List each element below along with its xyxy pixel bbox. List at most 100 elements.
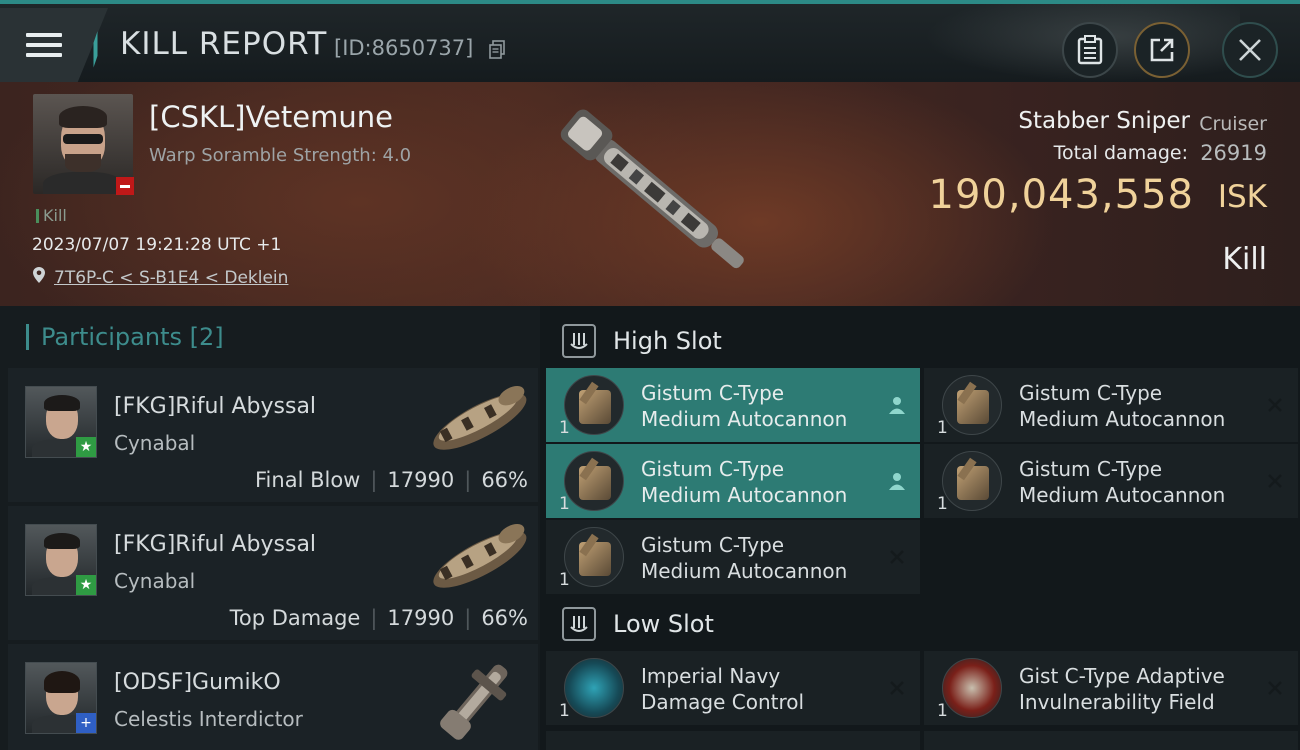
share-button[interactable] bbox=[1134, 22, 1190, 78]
fitting-panel: High Slot 1 Gistum C-Type Medium Autocan… bbox=[540, 306, 1300, 750]
total-damage-label: Total damage: bbox=[1053, 142, 1188, 164]
kill-tag: Kill bbox=[36, 206, 67, 225]
module-name: Gistum C-Type bbox=[1019, 457, 1163, 481]
participant-role: Top Damage bbox=[229, 606, 361, 630]
high-slot-icon bbox=[562, 324, 596, 358]
victim-ship-name[interactable]: Stabber Sniper bbox=[1018, 108, 1190, 134]
module-item[interactable]: 1 Gistum C-Type Medium Autocannon bbox=[546, 444, 920, 518]
participant-percent: 66% bbox=[481, 468, 528, 492]
module-name: Gist C-Type Adaptive bbox=[1019, 664, 1225, 688]
share-icon bbox=[1150, 38, 1174, 62]
clipboard-icon bbox=[1077, 35, 1103, 65]
location-link[interactable]: 7T6P-C < S-B1E4 < Deklein bbox=[54, 268, 288, 288]
module-item[interactable]: 1 Gistum C-Type Medium Autocannon bbox=[546, 368, 920, 442]
destroyed-x-icon bbox=[1262, 392, 1288, 418]
victim-subtitle: Warp Soramble Strength: 4.0 bbox=[149, 145, 412, 166]
module-item[interactable]: 1 Gist C-Type Adaptive Invulnerability F… bbox=[924, 651, 1298, 725]
low-slot-label: Low Slot bbox=[613, 610, 714, 638]
total-damage-value: 26919 bbox=[1200, 141, 1267, 165]
participant-name[interactable]: [ODSF]GumikO bbox=[114, 670, 281, 695]
participant-ship: Cynabal bbox=[114, 569, 196, 593]
low-slot-icon bbox=[562, 607, 596, 641]
module-name: Gistum C-Type bbox=[1019, 381, 1163, 405]
autocannon-icon bbox=[942, 375, 1002, 435]
kill-timestamp: 2023/07/07 19:21:28 UTC +1 bbox=[32, 235, 282, 255]
location-pin-icon bbox=[33, 267, 45, 283]
module-type: Medium Autocannon bbox=[1019, 483, 1226, 507]
standing-star-icon: ★ bbox=[76, 437, 96, 457]
participant-name[interactable]: [FKG]Riful Abyssal bbox=[114, 394, 316, 419]
isk-value: 190,043,558 bbox=[928, 172, 1194, 218]
destroyed-x-icon bbox=[884, 675, 910, 701]
module-name: Imperial Navy bbox=[641, 664, 781, 688]
participant-damage: 17990 bbox=[387, 606, 455, 630]
shield-hardener-icon bbox=[942, 658, 1002, 718]
module-type: Medium Autocannon bbox=[641, 407, 848, 431]
victim-ship-class: Cruiser bbox=[1199, 113, 1267, 135]
isk-unit: ISK bbox=[1217, 179, 1267, 215]
avatar[interactable]: + bbox=[25, 662, 97, 734]
person-icon[interactable] bbox=[884, 468, 910, 494]
participant-percent: 66% bbox=[481, 606, 528, 630]
participants-panel: Participants [2] ★ [FKG]Riful Abyssal Cy… bbox=[0, 306, 540, 750]
autocannon-icon bbox=[942, 451, 1002, 511]
copy-icon[interactable] bbox=[489, 40, 506, 59]
high-slot-header: High Slot bbox=[540, 310, 1300, 372]
module-name: Gistum C-Type bbox=[641, 457, 785, 481]
destroyed-x-icon bbox=[1262, 675, 1288, 701]
module-quantity: 1 bbox=[937, 701, 948, 721]
module-name: Gistum C-Type bbox=[641, 381, 785, 405]
module-quantity: 1 bbox=[559, 701, 570, 721]
avatar[interactable]: ★ bbox=[25, 386, 97, 458]
avatar[interactable]: ★ bbox=[25, 524, 97, 596]
module-item[interactable]: 1 Gistum C-Type Medium Autocannon bbox=[924, 368, 1298, 442]
participants-heading-label: Participants [2] bbox=[41, 323, 224, 351]
module-quantity: 1 bbox=[559, 494, 570, 514]
standing-star-icon: ★ bbox=[76, 575, 96, 595]
close-button[interactable] bbox=[1222, 22, 1278, 78]
autocannon-icon bbox=[564, 527, 624, 587]
participant-row[interactable]: + [ODSF]GumikO Celestis Interdictor bbox=[8, 644, 538, 750]
module-quantity: 1 bbox=[559, 418, 570, 438]
victim-name[interactable]: [CSKL]Vetemune bbox=[149, 100, 393, 134]
module-name: Gistum C-Type bbox=[641, 533, 785, 557]
participant-ship: Celestis Interdictor bbox=[114, 707, 303, 731]
participant-stats: Final Blow | 17990 | 66% bbox=[255, 468, 528, 492]
module-type: Medium Autocannon bbox=[641, 559, 848, 583]
participants-heading: Participants [2] bbox=[0, 306, 540, 368]
module-item[interactable]: 1 Gistum C-Type Medium Autocannon bbox=[546, 520, 920, 594]
participant-row[interactable]: ★ [FKG]Riful Abyssal Cynabal Top Damage … bbox=[8, 506, 538, 640]
hamburger-icon bbox=[26, 33, 62, 57]
participant-name[interactable]: [FKG]Riful Abyssal bbox=[114, 532, 316, 557]
participant-ship: Cynabal bbox=[114, 431, 196, 455]
low-slot-header: Low Slot bbox=[540, 593, 1300, 655]
damage-control-icon bbox=[564, 658, 624, 718]
module-item-partial[interactable] bbox=[546, 731, 920, 750]
module-type: Medium Autocannon bbox=[641, 483, 848, 507]
standing-plus-icon: + bbox=[76, 713, 96, 733]
participant-role: Final Blow bbox=[255, 468, 361, 492]
page-title: KILL REPORT bbox=[120, 26, 328, 62]
participant-ship-image[interactable] bbox=[428, 648, 528, 748]
autocannon-icon bbox=[564, 375, 624, 435]
module-item[interactable]: 1 Imperial Navy Damage Control bbox=[546, 651, 920, 725]
close-icon bbox=[1239, 39, 1261, 61]
participant-row[interactable]: ★ [FKG]Riful Abyssal Cynabal Final Blow … bbox=[8, 368, 538, 502]
module-quantity: 1 bbox=[937, 494, 948, 514]
high-slot-label: High Slot bbox=[613, 327, 722, 355]
module-quantity: 1 bbox=[937, 418, 948, 438]
module-type: Damage Control bbox=[641, 690, 805, 714]
result-label: Kill bbox=[1222, 242, 1267, 277]
module-item-partial[interactable] bbox=[924, 731, 1298, 750]
module-item[interactable]: 1 Gistum C-Type Medium Autocannon bbox=[924, 444, 1298, 518]
participant-ship-image[interactable] bbox=[418, 372, 538, 464]
report-id: [ID:8650737] bbox=[334, 36, 474, 60]
module-quantity: 1 bbox=[559, 570, 570, 590]
person-icon[interactable] bbox=[884, 392, 910, 418]
clipboard-button[interactable] bbox=[1062, 22, 1118, 78]
autocannon-icon bbox=[564, 451, 624, 511]
victim-ship-image[interactable] bbox=[540, 88, 770, 302]
destroyed-x-icon bbox=[1262, 468, 1288, 494]
participant-ship-image[interactable] bbox=[418, 510, 538, 602]
participant-stats: Top Damage | 17990 | 66% bbox=[229, 606, 528, 630]
